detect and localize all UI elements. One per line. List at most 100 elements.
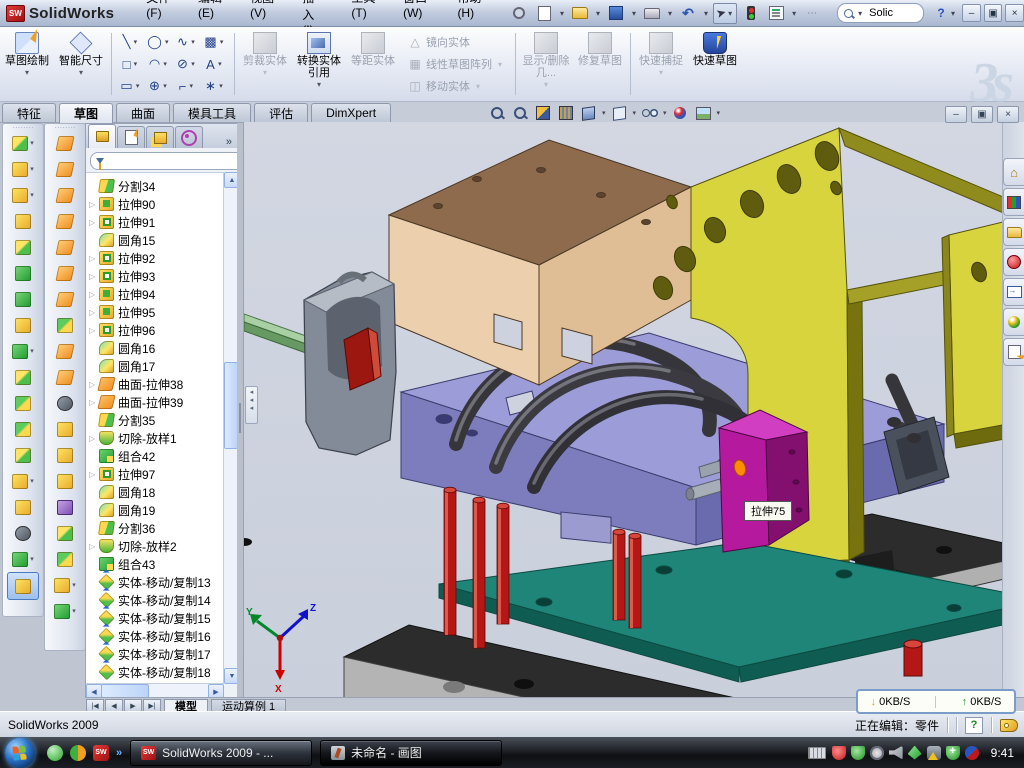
input-method-icon[interactable] [808, 747, 826, 759]
filter-input[interactable] [108, 154, 254, 168]
surfaces-move-surface-button[interactable] [45, 468, 85, 494]
sketch-tool-circle[interactable]: ◯▾ [145, 31, 173, 53]
surfaces-lofted-surface-button[interactable] [45, 208, 85, 234]
surface-curve-caret[interactable]: ▾ [72, 607, 76, 615]
mirror-entities-button[interactable]: △ 镜向实体 [404, 32, 508, 52]
trim-entities-button[interactable]: 剪裁实体▾ [238, 27, 292, 101]
restore-button[interactable]: ▣ [984, 4, 1003, 22]
features-move-copy-body-button[interactable] [3, 442, 43, 468]
surfaces-thicken-button[interactable] [45, 312, 85, 338]
surfaces-swept-surface-button[interactable] [45, 130, 85, 156]
taskbar-clock[interactable]: 9:41 [991, 746, 1014, 760]
solidworks-quicklaunch-icon[interactable]: SW [93, 745, 109, 761]
tree-item[interactable]: ▷切除-放样1 [86, 429, 211, 447]
reference-star-caret[interactable]: ▾ [72, 581, 76, 589]
features-fillet-button[interactable]: ▾ [3, 182, 43, 208]
tree-item[interactable]: ▷拉伸91 [86, 213, 211, 231]
antivirus-shield-icon[interactable] [832, 746, 846, 760]
sync-icon[interactable] [965, 746, 979, 760]
more-tools-button[interactable]: ⋯ [801, 3, 823, 24]
features-feature-wand-button[interactable] [3, 312, 43, 338]
hide-show-items-button[interactable] [640, 104, 659, 122]
help-caret[interactable]: ▾ [950, 9, 956, 18]
tree-item[interactable]: ▷拉伸96 [86, 321, 211, 339]
tree-item[interactable]: ▷切除-放样2 [86, 537, 211, 555]
tree-filter-box[interactable] [90, 152, 260, 170]
sketch-tool-point[interactable]: ∗▾ [201, 75, 229, 97]
start-button[interactable] [5, 738, 35, 768]
appearances-ball-tab[interactable] [1003, 308, 1024, 336]
tab-草图[interactable]: 草图 [59, 103, 113, 123]
expand-arrow[interactable]: ▷ [89, 218, 99, 227]
volume-icon[interactable] [889, 746, 903, 760]
tab-特征[interactable]: 特征 [2, 103, 56, 122]
graphics-viewport[interactable]: X Y Z 拉伸75 ◂◂◂ [243, 122, 1024, 697]
features-extruded-cut-button[interactable]: ▾ [3, 156, 43, 182]
pin-button[interactable] [508, 3, 530, 24]
sketch-tool-line[interactable]: ╲▾ [117, 31, 145, 53]
tab-曲面[interactable]: 曲面 [116, 103, 170, 122]
status-help-button[interactable]: ? [965, 717, 983, 734]
save-button[interactable] [605, 3, 627, 24]
expand-arrow[interactable]: ▷ [89, 434, 99, 443]
view-palette-tab[interactable] [1003, 278, 1024, 306]
undo-button[interactable]: ↶ [677, 3, 699, 24]
surfaces-planar-surface-button[interactable] [45, 286, 85, 312]
help-button[interactable]: ? [932, 3, 950, 24]
surfaces-revolved-surface-button[interactable] [45, 156, 85, 182]
appearances-button[interactable] [671, 104, 690, 122]
tree-item[interactable]: 实体-移动/复制18 [86, 663, 211, 681]
extruded-cut-caret[interactable]: ▾ [30, 165, 34, 173]
convert-entities-button[interactable]: 转换实体引用▾ [292, 27, 346, 101]
view-orientation-button[interactable] [579, 104, 598, 122]
expand-arrow[interactable]: ▷ [89, 254, 99, 263]
file-explorer-tab[interactable] [1003, 218, 1024, 246]
sketch-tool-text[interactable]: A▾ [201, 53, 229, 75]
surfaces-surface-cylinder-button[interactable] [45, 546, 85, 572]
undo-caret[interactable]: ▾ [702, 9, 710, 18]
configuration-manager-tab[interactable] [146, 126, 174, 148]
dimxpert-manager-tab[interactable] [175, 126, 203, 148]
pattern-caret[interactable]: ▾ [30, 347, 34, 355]
doc-minimize-button[interactable]: – [945, 106, 967, 123]
offset-entities-button[interactable]: 等距实体 [346, 27, 400, 101]
surfaces-boundary-surface-button[interactable] [45, 182, 85, 208]
surfaces-ruled-surface-button[interactable] [45, 364, 85, 390]
new-document-button[interactable] [533, 3, 555, 24]
select-tool-button[interactable]: ➤▾ [713, 3, 737, 24]
display-state-button[interactable] [556, 104, 575, 122]
search-box[interactable]: ▾ [837, 3, 924, 23]
gear-check-icon[interactable] [870, 746, 884, 760]
display-style-caret[interactable]: ▾ [633, 109, 637, 117]
task-button[interactable]: 未命名 - 画图 [320, 740, 502, 766]
quicklaunch-app-icon[interactable] [70, 745, 86, 761]
features-split-button[interactable] [3, 390, 43, 416]
tree-item[interactable]: 圆角18 [86, 483, 211, 501]
gps-green-icon[interactable] [908, 746, 922, 760]
part-nozzle-clamp[interactable] [244, 272, 396, 455]
task-button[interactable]: SWSolidWorks 2009 - ... [130, 740, 312, 766]
boss-extrude-caret[interactable]: ▾ [30, 139, 34, 147]
save-caret[interactable]: ▾ [630, 9, 638, 18]
viewport-pane-handle[interactable]: ◂◂◂ [245, 386, 258, 424]
surfaces-surface-curve-button[interactable]: ▾ [45, 598, 85, 624]
tree-item[interactable]: 分割36 [86, 519, 211, 537]
tree-item[interactable]: ▷拉伸93 [86, 267, 211, 285]
tree-item[interactable]: ▷拉伸95 [86, 303, 211, 321]
tree-item[interactable]: ▷曲面-拉伸39 [86, 393, 211, 411]
section-view-button[interactable] [533, 104, 552, 122]
features-axis-button[interactable] [3, 520, 43, 546]
features-combine-bodies-button[interactable] [3, 416, 43, 442]
tree-item[interactable]: ▷拉伸97 [86, 465, 211, 483]
feature-manager-tab[interactable] [88, 124, 116, 148]
print-caret[interactable]: ▾ [666, 9, 674, 18]
search-input[interactable] [867, 6, 917, 20]
tab-评估[interactable]: 评估 [254, 103, 308, 122]
surfaces-reference-star-button[interactable]: ▾ [45, 572, 85, 598]
view-orientation-caret[interactable]: ▾ [602, 109, 606, 117]
property-manager-tab[interactable] [117, 126, 145, 148]
features-boss-extrude-button[interactable]: ▾ [3, 130, 43, 156]
scene-caret[interactable]: ▾ [717, 109, 721, 117]
tree-item[interactable]: ▷拉伸92 [86, 249, 211, 267]
sketch-tool-ellipse[interactable]: ⊘▾ [173, 53, 201, 75]
